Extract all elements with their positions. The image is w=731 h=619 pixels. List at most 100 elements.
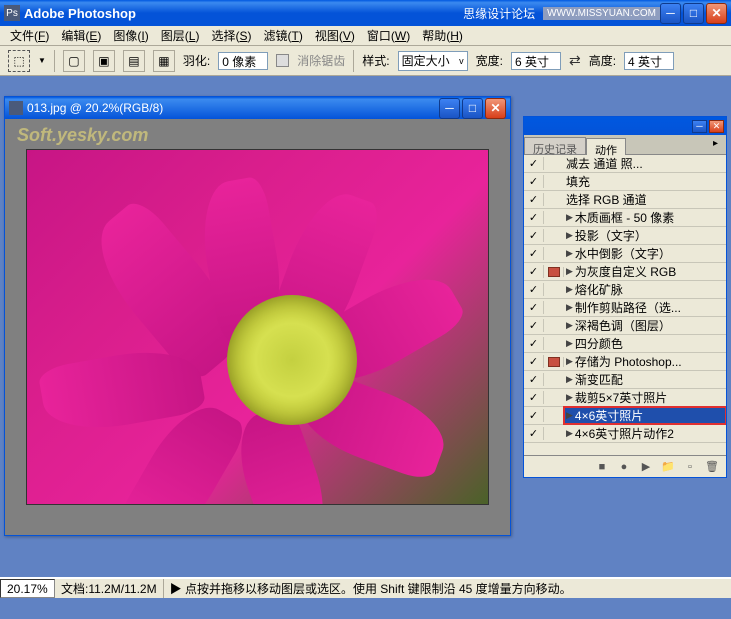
- action-row[interactable]: ✓ 减去 通道 照...: [524, 155, 726, 173]
- action-row[interactable]: ✓ ▶熔化矿脉: [524, 281, 726, 299]
- action-label[interactable]: ▶存储为 Photoshop...: [564, 353, 726, 370]
- doc-maximize-button[interactable]: □: [462, 98, 483, 119]
- action-label[interactable]: ▶四分颜色: [564, 335, 726, 352]
- tab-actions[interactable]: 动作: [586, 138, 626, 155]
- selection-new-icon[interactable]: ▢: [63, 50, 85, 72]
- selection-add-icon[interactable]: ▣: [93, 50, 115, 72]
- expand-triangle-icon[interactable]: ▶: [566, 338, 573, 349]
- panel-minimize-button[interactable]: ─: [692, 120, 707, 133]
- panel-close-button[interactable]: ✕: [709, 120, 724, 133]
- close-button[interactable]: ✕: [706, 3, 727, 24]
- action-row[interactable]: ✓ ▶渐变匹配: [524, 371, 726, 389]
- panel-menu-icon[interactable]: ▸: [710, 135, 726, 154]
- expand-triangle-icon[interactable]: ▶: [566, 410, 573, 421]
- action-label[interactable]: 选择 RGB 通道: [564, 191, 726, 208]
- menu-window[interactable]: 窗口(W): [361, 25, 416, 46]
- expand-triangle-icon[interactable]: ▶: [566, 266, 573, 277]
- action-toggle-checkbox[interactable]: ✓: [524, 391, 544, 404]
- action-row[interactable]: ✓ ▶裁剪5×7英寸照片: [524, 389, 726, 407]
- feather-input[interactable]: 0 像素: [218, 52, 268, 70]
- menu-image[interactable]: 图像(I): [107, 25, 154, 46]
- width-input[interactable]: 6 英寸: [511, 52, 561, 70]
- height-input[interactable]: 4 英寸: [624, 52, 674, 70]
- action-toggle-checkbox[interactable]: ✓: [524, 355, 544, 368]
- menu-view[interactable]: 视图(V): [309, 25, 361, 46]
- zoom-level[interactable]: 20.17%: [0, 579, 55, 598]
- marquee-tool-icon[interactable]: ⬚: [8, 50, 30, 72]
- action-label[interactable]: ▶制作剪贴路径（选...: [564, 299, 726, 316]
- action-label[interactable]: ▶投影（文字）: [564, 227, 726, 244]
- expand-triangle-icon[interactable]: ▶: [566, 392, 573, 403]
- action-row[interactable]: ✓ ▶投影（文字）: [524, 227, 726, 245]
- expand-triangle-icon[interactable]: ▶: [566, 230, 573, 241]
- menu-file[interactable]: 文件(F): [4, 25, 55, 46]
- minimize-button[interactable]: ─: [660, 3, 681, 24]
- action-toggle-checkbox[interactable]: ✓: [524, 301, 544, 314]
- action-toggle-checkbox[interactable]: ✓: [524, 373, 544, 386]
- action-toggle-checkbox[interactable]: ✓: [524, 157, 544, 170]
- action-label[interactable]: 减去 通道 照...: [564, 155, 726, 172]
- action-toggle-checkbox[interactable]: ✓: [524, 283, 544, 296]
- expand-triangle-icon[interactable]: ▶: [566, 302, 573, 313]
- action-label[interactable]: ▶4×6英寸照片动作2: [564, 425, 726, 442]
- dropdown-icon[interactable]: ▼: [38, 56, 46, 65]
- expand-triangle-icon[interactable]: ▶: [566, 428, 573, 439]
- doc-minimize-button[interactable]: ─: [439, 98, 460, 119]
- doc-close-button[interactable]: ✕: [485, 98, 506, 119]
- menu-layer[interactable]: 图层(L): [155, 25, 206, 46]
- action-row[interactable]: ✓ 填充: [524, 173, 726, 191]
- expand-triangle-icon[interactable]: ▶: [566, 212, 573, 223]
- selection-intersect-icon[interactable]: ▦: [153, 50, 175, 72]
- canvas-area[interactable]: [5, 119, 510, 535]
- menu-select[interactable]: 选择(S): [205, 25, 257, 46]
- stop-icon[interactable]: ■: [594, 460, 610, 474]
- expand-triangle-icon[interactable]: ▶: [566, 374, 573, 385]
- action-toggle-checkbox[interactable]: ✓: [524, 409, 544, 422]
- menu-filter[interactable]: 滤镜(T): [257, 25, 308, 46]
- swap-dimensions-icon[interactable]: ⇄: [569, 52, 581, 69]
- expand-triangle-icon[interactable]: ▶: [566, 356, 573, 367]
- record-icon[interactable]: ●: [616, 460, 632, 474]
- action-row[interactable]: ✓ ▶水中倒影（文字）: [524, 245, 726, 263]
- action-label[interactable]: ▶裁剪5×7英寸照片: [564, 389, 726, 406]
- expand-triangle-icon[interactable]: ▶: [566, 248, 573, 259]
- action-toggle-checkbox[interactable]: ✓: [524, 229, 544, 242]
- action-toggle-checkbox[interactable]: ✓: [524, 337, 544, 350]
- document-title-bar[interactable]: 013.jpg @ 20.2%(RGB/8) ─ □ ✕: [5, 97, 510, 119]
- expand-triangle-icon[interactable]: ▶: [566, 284, 573, 295]
- action-row[interactable]: ✓ ▶存储为 Photoshop...: [524, 353, 726, 371]
- style-select[interactable]: 固定大小v: [398, 51, 468, 71]
- action-toggle-checkbox[interactable]: ✓: [524, 319, 544, 332]
- action-dialog-toggle[interactable]: [544, 267, 564, 277]
- action-row[interactable]: ✓ ▶为灰度自定义 RGB: [524, 263, 726, 281]
- action-row[interactable]: ✓ 选择 RGB 通道: [524, 191, 726, 209]
- action-toggle-checkbox[interactable]: ✓: [524, 193, 544, 206]
- action-toggle-checkbox[interactable]: ✓: [524, 247, 544, 260]
- menu-help[interactable]: 帮助(H): [416, 25, 469, 46]
- action-toggle-checkbox[interactable]: ✓: [524, 211, 544, 224]
- action-row[interactable]: ✓ ▶制作剪贴路径（选...: [524, 299, 726, 317]
- action-row[interactable]: ✓ ▶深褐色调（图层）: [524, 317, 726, 335]
- action-toggle-checkbox[interactable]: ✓: [524, 265, 544, 278]
- action-label[interactable]: ▶渐变匹配: [564, 371, 726, 388]
- action-toggle-checkbox[interactable]: ✓: [524, 427, 544, 440]
- action-label[interactable]: 填充: [564, 173, 726, 190]
- trash-icon[interactable]: 🗑: [704, 460, 720, 474]
- action-row[interactable]: ✓ ▶4×6英寸照片动作2: [524, 425, 726, 443]
- action-label[interactable]: ▶熔化矿脉: [564, 281, 726, 298]
- play-icon[interactable]: ▶: [638, 460, 654, 474]
- new-icon[interactable]: ▫: [682, 460, 698, 474]
- panel-title-bar[interactable]: ─ ✕: [524, 117, 726, 135]
- selection-subtract-icon[interactable]: ▤: [123, 50, 145, 72]
- action-row[interactable]: ✓ ▶木质画框 - 50 像素: [524, 209, 726, 227]
- action-label[interactable]: ▶木质画框 - 50 像素: [564, 209, 726, 226]
- action-label[interactable]: ▶水中倒影（文字）: [564, 245, 726, 262]
- action-row[interactable]: ✓▶4×6英寸照片: [524, 407, 726, 425]
- action-row[interactable]: ✓ ▶四分颜色: [524, 335, 726, 353]
- action-label[interactable]: ▶深褐色调（图层）: [564, 317, 726, 334]
- action-label[interactable]: ▶为灰度自定义 RGB: [564, 263, 726, 280]
- maximize-button[interactable]: □: [683, 3, 704, 24]
- action-toggle-checkbox[interactable]: ✓: [524, 175, 544, 188]
- folder-icon[interactable]: 📁: [660, 460, 676, 474]
- tab-history[interactable]: 历史记录: [524, 137, 586, 154]
